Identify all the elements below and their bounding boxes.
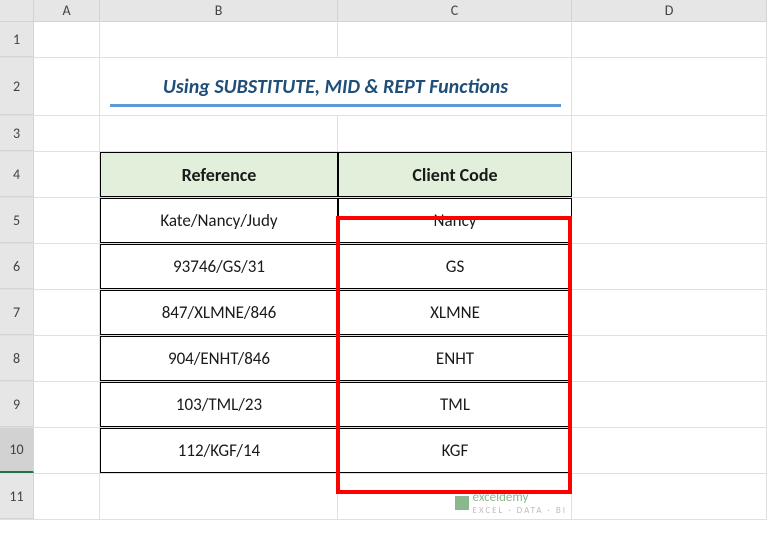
cell-B1[interactable] (100, 22, 338, 57)
row-header-2[interactable]: 2 (0, 58, 34, 115)
cell-ref-1[interactable]: 93746/GS/31 (100, 244, 338, 289)
cell-A1[interactable] (34, 22, 100, 57)
row-header-9[interactable]: 9 (0, 382, 34, 427)
cell-code-4[interactable]: TML (338, 382, 572, 427)
col-header-C[interactable]: C (338, 0, 572, 21)
watermark-sub: EXCEL · DATA · BI (473, 505, 567, 516)
cell-ref-4[interactable]: 103/TML/23 (100, 382, 338, 427)
title-underline (110, 104, 561, 107)
cell-ref-0[interactable]: Kate/Nancy/Judy (100, 198, 338, 243)
title-text: Using SUBSTITUTE, MID & REPT Functions (163, 75, 508, 99)
watermark-brand: exceldemy (473, 490, 567, 505)
cell-D1[interactable] (572, 22, 767, 57)
row-header-8[interactable]: 8 (0, 336, 34, 381)
cell-A7[interactable] (34, 290, 100, 335)
select-all-corner[interactable] (0, 0, 34, 21)
cell-A6[interactable] (34, 244, 100, 289)
title-cell[interactable]: Using SUBSTITUTE, MID & REPT Functions (100, 58, 572, 115)
cell-ref-3[interactable]: 904/ENHT/846 (100, 336, 338, 381)
cell-D7[interactable] (572, 290, 767, 335)
row-header-1[interactable]: 1 (0, 22, 34, 57)
row-header-11[interactable]: 11 (0, 474, 34, 519)
watermark: exceldemy EXCEL · DATA · BI (455, 490, 567, 516)
cell-code-0[interactable]: Nancy (338, 198, 572, 243)
column-headers: A B C D (0, 0, 767, 22)
col-header-D[interactable]: D (572, 0, 767, 21)
cell-C3[interactable] (338, 116, 572, 151)
col-header-A[interactable]: A (34, 0, 100, 21)
cell-code-3[interactable]: ENHT (338, 336, 572, 381)
cell-code-1[interactable]: GS (338, 244, 572, 289)
header-client-code[interactable]: Client Code (338, 152, 572, 197)
watermark-icon (455, 496, 469, 510)
cell-D4[interactable] (572, 152, 767, 197)
row-header-5[interactable]: 5 (0, 198, 34, 243)
col-header-B[interactable]: B (100, 0, 338, 21)
cell-D5[interactable] (572, 198, 767, 243)
cell-A11[interactable] (34, 474, 100, 519)
cell-B11[interactable] (100, 474, 338, 519)
cell-A8[interactable] (34, 336, 100, 381)
row-header-6[interactable]: 6 (0, 244, 34, 289)
cell-C1[interactable] (338, 22, 572, 57)
cell-D10[interactable] (572, 428, 767, 473)
cell-code-5[interactable]: KGF (338, 428, 572, 473)
cell-ref-5[interactable]: 112/KGF/14 (100, 428, 338, 473)
cell-D3[interactable] (572, 116, 767, 151)
row-header-3[interactable]: 3 (0, 116, 34, 151)
cell-A9[interactable] (34, 382, 100, 427)
cell-B3[interactable] (100, 116, 338, 151)
cell-A5[interactable] (34, 198, 100, 243)
cell-D8[interactable] (572, 336, 767, 381)
cell-A4[interactable] (34, 152, 100, 197)
cell-D2[interactable] (572, 58, 767, 115)
cell-D6[interactable] (572, 244, 767, 289)
cell-A3[interactable] (34, 116, 100, 151)
cell-A2[interactable] (34, 58, 100, 115)
header-reference[interactable]: Reference (100, 152, 338, 197)
row-header-10[interactable]: 10 (0, 428, 34, 473)
cell-ref-2[interactable]: 847/XLMNE/846 (100, 290, 338, 335)
cell-D11[interactable] (572, 474, 767, 519)
cell-code-2[interactable]: XLMNE (338, 290, 572, 335)
cell-D9[interactable] (572, 382, 767, 427)
cell-A10[interactable] (34, 428, 100, 473)
row-header-7[interactable]: 7 (0, 290, 34, 335)
row-header-4[interactable]: 4 (0, 152, 34, 197)
